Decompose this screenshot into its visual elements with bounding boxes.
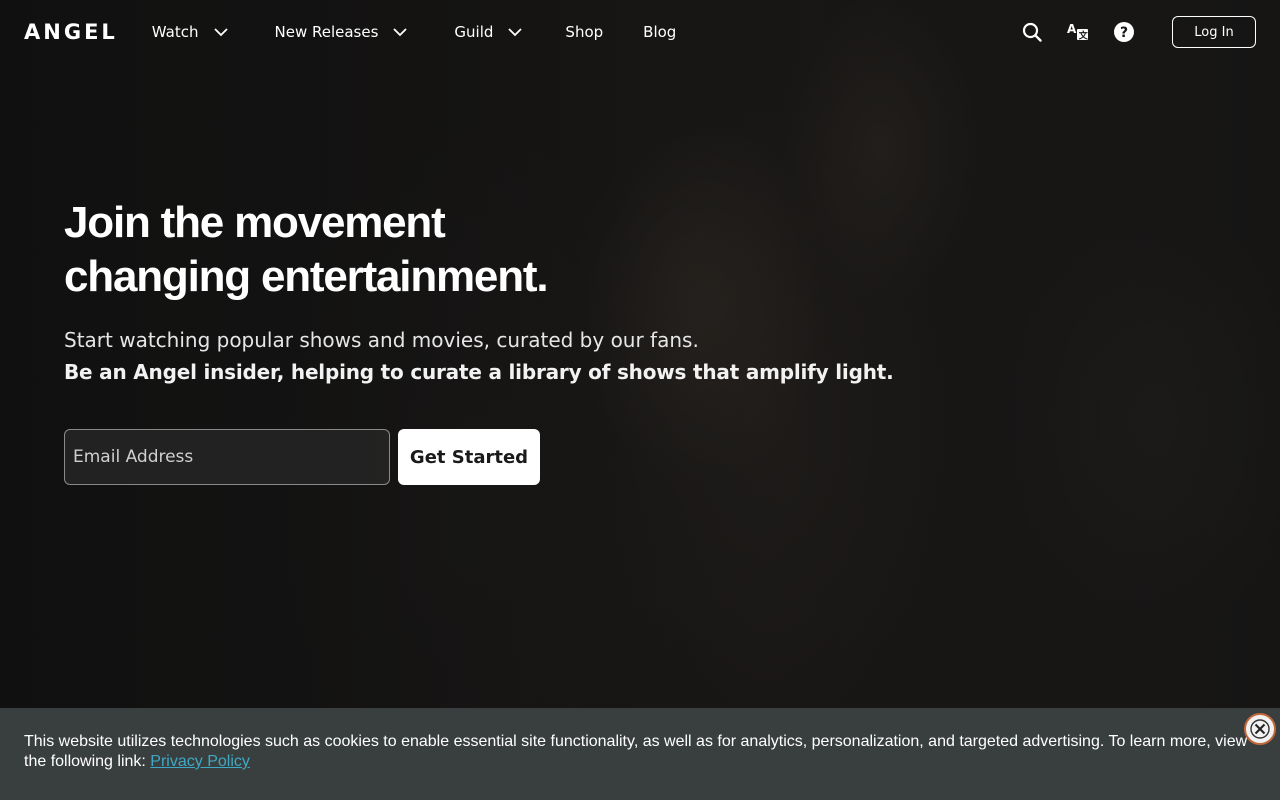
nav-item-watch[interactable]: Watch — [152, 0, 229, 64]
chevron-down-icon — [393, 28, 408, 37]
email-input[interactable] — [64, 429, 390, 485]
nav-item-guild[interactable]: Guild — [454, 0, 523, 64]
hero-title-line-2: changing entertainment. — [64, 252, 549, 301]
signup-form: Get Started — [64, 429, 964, 485]
language-button[interactable]: A 文 — [1066, 20, 1090, 44]
close-icon — [1250, 719, 1270, 739]
hero-subtitle: Start watching popular shows and movies,… — [64, 328, 699, 352]
hero-title: Join the movement changing entertainment… — [64, 196, 964, 304]
angel-logo[interactable]: ANGEL — [24, 20, 118, 44]
nav-item-label: Shop — [565, 23, 604, 41]
hero-subtitle-bold: Be an Angel insider, helping to curate a… — [64, 360, 894, 384]
login-button[interactable]: Log In — [1172, 16, 1256, 48]
get-started-button[interactable]: Get Started — [398, 429, 540, 485]
privacy-policy-link[interactable]: Privacy Policy — [150, 753, 250, 770]
nav-item-label: Guild — [454, 23, 494, 41]
hero-title-line-1: Join the movement — [64, 198, 446, 247]
top-nav: ANGEL Watch New Releases Guild Shop Blog — [0, 0, 1280, 64]
svg-text:文: 文 — [1078, 30, 1089, 42]
cookie-banner: This website utilizes technologies such … — [0, 708, 1280, 800]
help-button[interactable]: ? — [1112, 20, 1136, 44]
nav-item-new-releases[interactable]: New Releases — [275, 0, 409, 64]
search-icon — [1022, 22, 1042, 42]
cookie-text: This website utilizes technologies such … — [24, 732, 1259, 772]
nav-item-blog[interactable]: Blog — [643, 0, 676, 64]
help-icon: ? — [1114, 22, 1134, 42]
nav-item-label: Watch — [151, 23, 199, 41]
chevron-down-icon — [508, 28, 523, 37]
chevron-down-icon — [213, 28, 228, 37]
nav-actions: A 文 ? Log In — [1020, 0, 1256, 64]
page: ANGEL Watch New Releases Guild Shop Blog — [0, 0, 1280, 800]
svg-text:A: A — [1067, 22, 1077, 36]
hero-section: Join the movement changing entertainment… — [64, 196, 964, 485]
cookie-close-button[interactable] — [1244, 713, 1276, 745]
nav-item-shop[interactable]: Shop — [565, 0, 603, 64]
translate-icon: A 文 — [1067, 22, 1089, 42]
search-button[interactable] — [1020, 20, 1044, 44]
nav-item-label: Blog — [643, 23, 677, 41]
svg-text:?: ? — [1120, 25, 1128, 41]
nav-item-label: New Releases — [274, 23, 379, 41]
